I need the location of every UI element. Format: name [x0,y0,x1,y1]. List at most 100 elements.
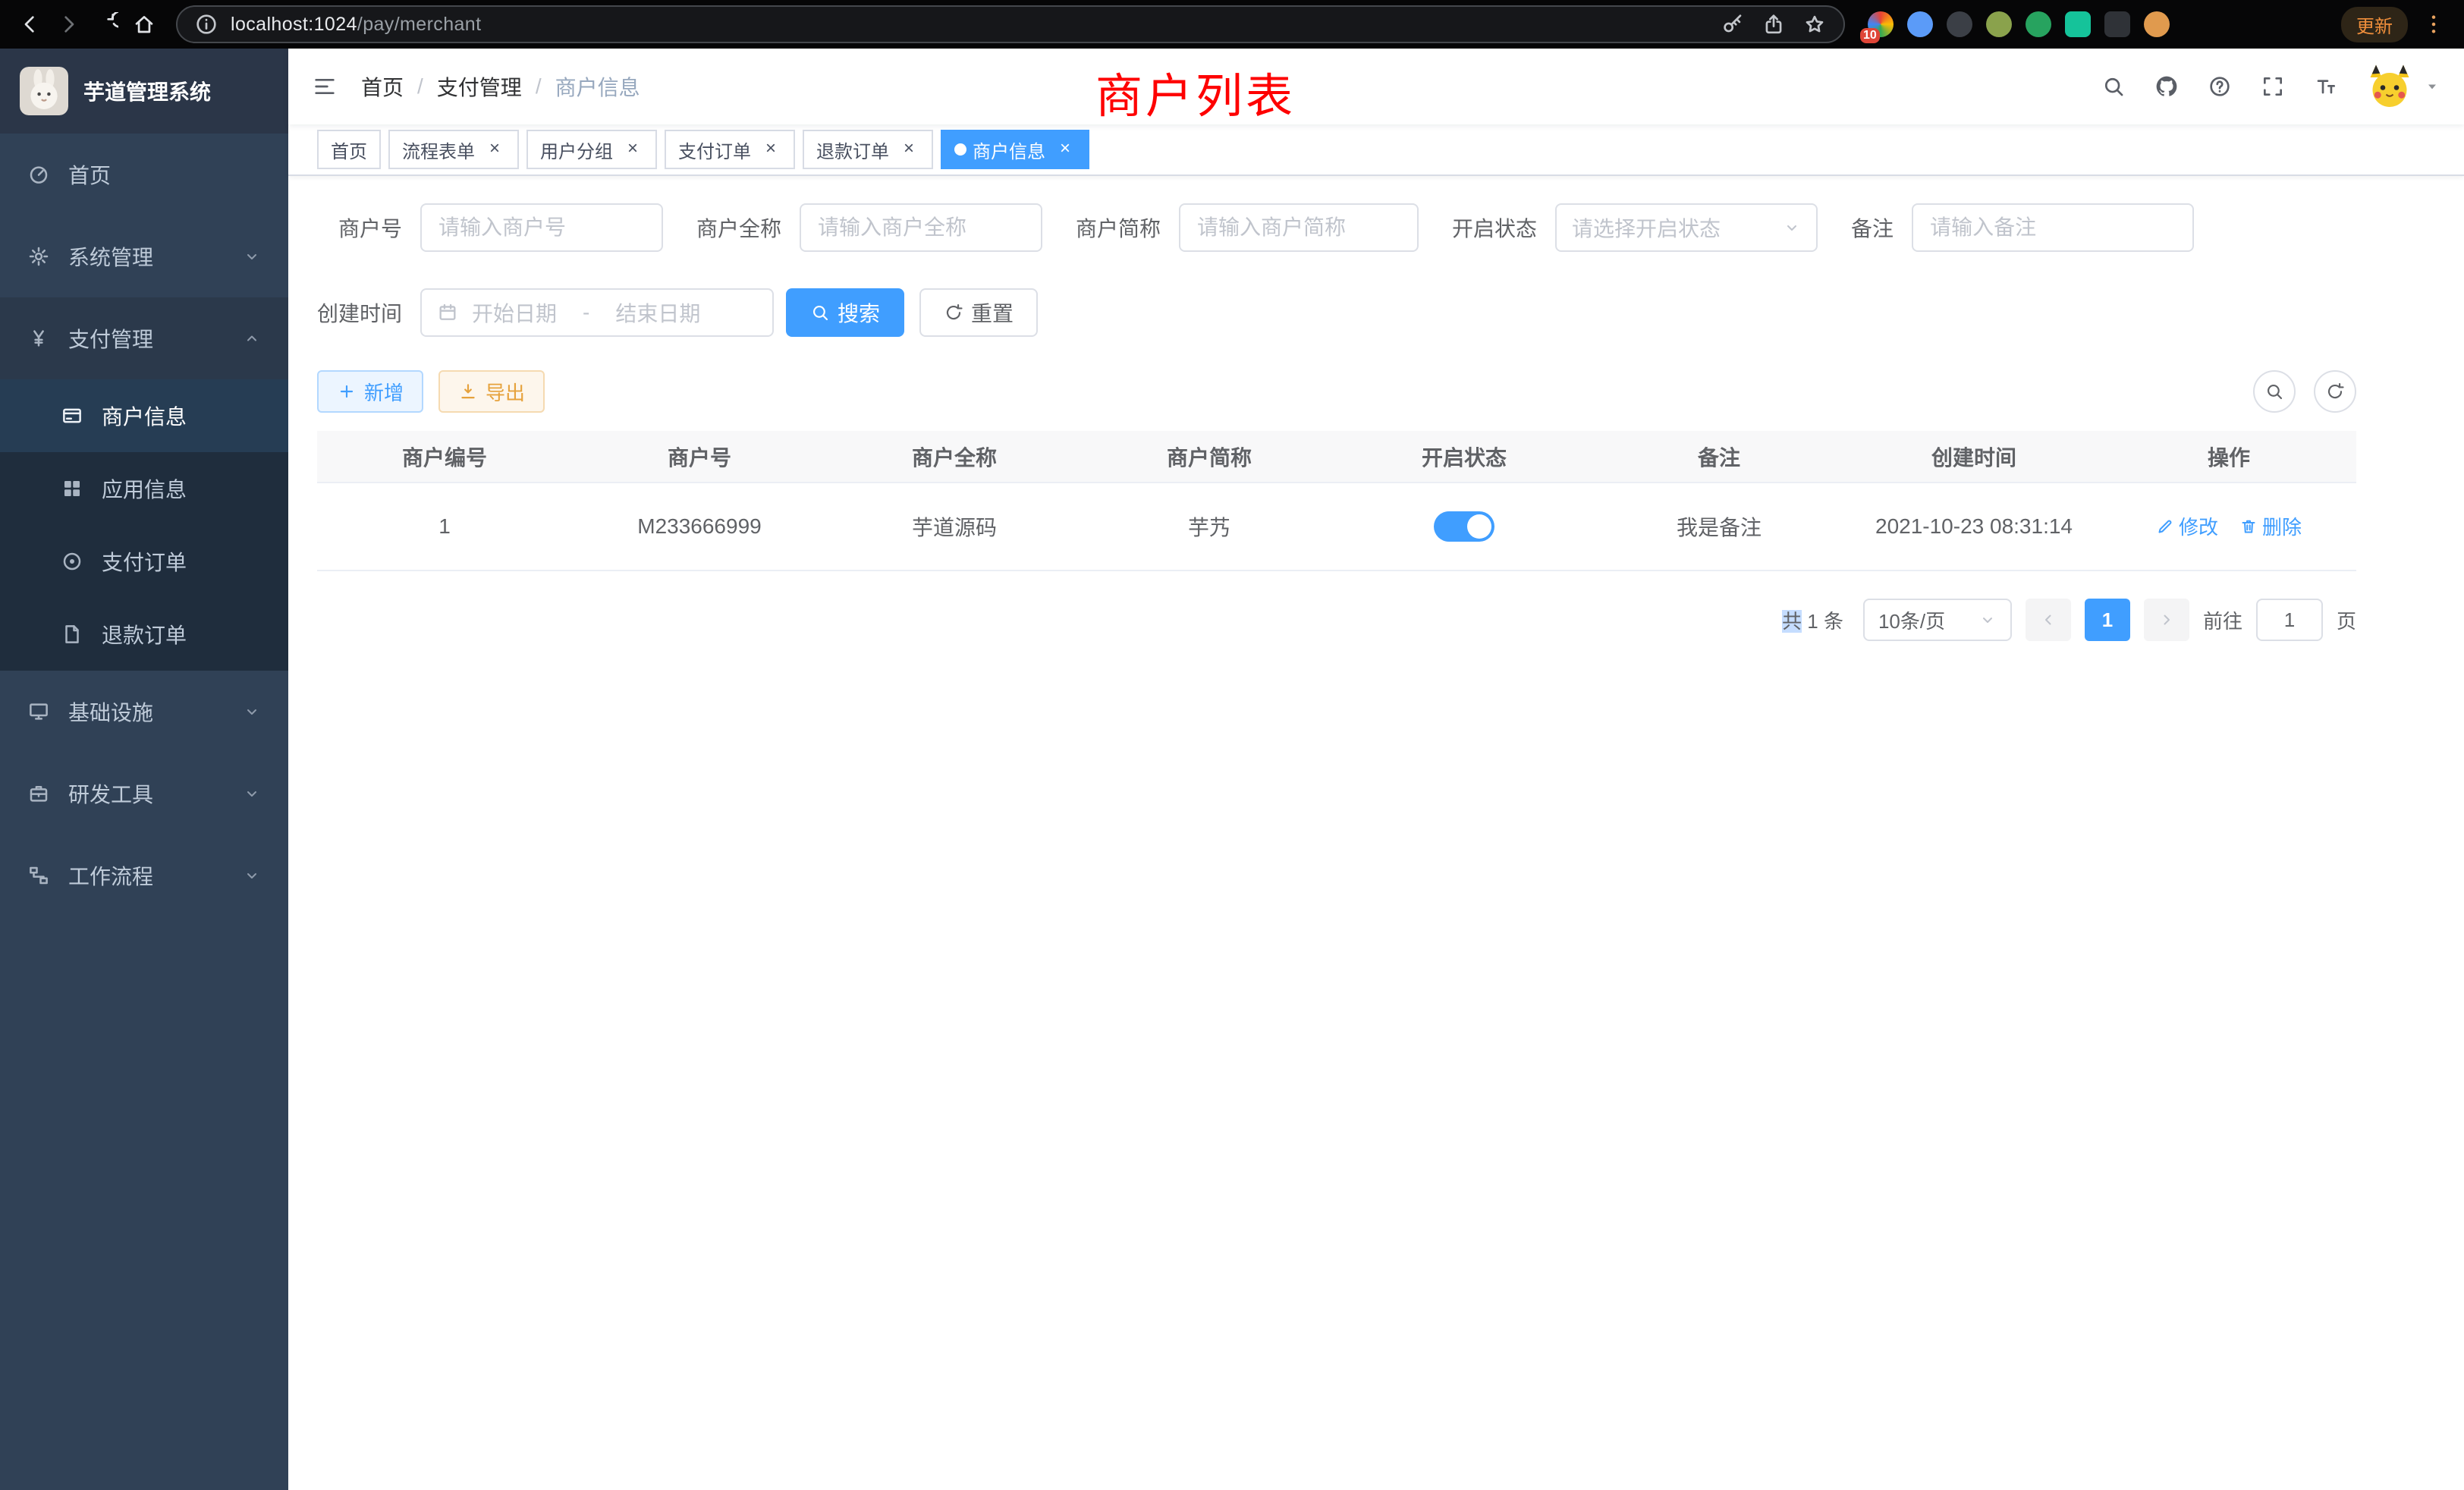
bookmark-star-icon[interactable] [1802,12,1827,36]
tab-refund-order[interactable]: 退款订单 × [803,130,933,169]
app-logo[interactable]: 芋道管理系统 [0,49,288,134]
search-icon[interactable] [2101,74,2126,99]
close-icon[interactable]: × [622,139,643,160]
tab-label: 退款订单 [816,137,889,163]
back-icon[interactable] [18,12,42,36]
export-button[interactable]: 导出 [438,370,545,413]
fullscreen-icon[interactable] [2261,74,2285,99]
status-select[interactable]: 请选择开启状态 [1555,203,1818,252]
toggle-search-button[interactable] [2253,370,2296,413]
close-icon[interactable]: × [898,139,919,160]
tab-pay-order[interactable]: 支付订单× [665,130,795,169]
grid-icon [61,477,83,500]
help-icon[interactable] [2208,74,2232,99]
sidebar-item-home[interactable]: 首页 [0,134,288,215]
status-label: 开启状态 [1452,212,1537,243]
table-tools [2253,370,2356,413]
sidebar-item-workflow[interactable]: 工作流程 [0,835,288,916]
sidebar-label-infrastructure: 基础设施 [68,696,153,727]
page-size-select[interactable]: 10条/页 [1863,599,2012,641]
sidebar-item-refund-order[interactable]: 退款订单 [0,598,288,671]
sidebar-item-dev-tools[interactable]: 研发工具 [0,753,288,835]
reload-icon[interactable] [94,12,118,36]
close-icon[interactable]: × [1054,139,1076,160]
caret-down-icon[interactable] [2425,79,2440,94]
close-icon[interactable]: × [484,139,505,160]
full-name-input[interactable] [800,203,1042,252]
add-button[interactable]: 新增 [317,370,423,413]
next-page-button[interactable] [2144,599,2189,641]
breadcrumb-item[interactable]: 支付管理 [437,71,522,102]
extension-icon-5[interactable] [2026,11,2051,37]
tab-home[interactable]: 首页 [317,130,381,169]
refresh-icon [944,303,963,322]
sidebar-item-system[interactable]: 系统管理 [0,215,288,297]
home-icon[interactable] [132,12,156,36]
sidebar-item-app-info[interactable]: 应用信息 [0,452,288,525]
extension-icon-6[interactable] [2065,11,2091,37]
tab-user-group[interactable]: 用户分组 × [526,130,657,169]
sidebar-item-merchant-info[interactable]: 商户信息 [0,379,288,452]
active-dot [954,143,966,156]
cell-remark: 我是备注 [1592,483,1846,571]
sidebar-item-pay-order[interactable]: 支付订单 [0,525,288,598]
address-bar[interactable]: localhost:1024/pay/merchant [176,5,1845,43]
sidebar-item-infrastructure[interactable]: 基础设施 [0,671,288,753]
tab-label: 用户分组 [540,137,613,163]
logo-avatar [20,67,68,115]
current-page-button[interactable]: 1 [2085,599,2130,641]
github-icon[interactable] [2154,74,2179,99]
delete-button[interactable]: 删除 [2239,512,2302,540]
extension-icon-8[interactable] [2144,11,2170,37]
chevron-down-icon [1978,611,1997,629]
submenu-payment: 商户信息应用信息支付订单退款订单 [0,379,288,671]
search-icon [810,303,830,322]
page-suffix-label: 页 [2337,606,2356,634]
sidebar-label-app-info: 应用信息 [102,473,187,504]
font-size-icon[interactable] [2314,74,2338,99]
chevron-down-icon [243,247,261,266]
breadcrumb-separator: / [417,74,423,99]
merchant-no-input[interactable] [420,203,663,252]
search-button[interactable]: 搜索 [786,288,904,337]
extension-icon-2[interactable] [1907,11,1933,37]
close-icon[interactable]: × [760,139,781,160]
tab-flow-form[interactable]: 流程表单× [388,130,519,169]
search-icon [2264,382,2284,401]
short-name-input[interactable] [1179,203,1419,252]
url-text: localhost:1024/pay/merchant [231,14,481,36]
prev-page-button[interactable] [2026,599,2071,641]
reset-button[interactable]: 重置 [919,288,1038,337]
sidebar-item-payment[interactable]: 支付管理 [0,297,288,379]
extension-icon-3[interactable] [1947,11,1972,37]
merchant-no-label: 商户号 [317,212,402,243]
extension-icon-4[interactable] [1986,11,2012,37]
table-row: 1M233666999芋道源码芋艿我是备注2021-10-23 08:31:14… [317,483,2356,571]
status-toggle[interactable] [1434,511,1494,542]
forward-icon[interactable] [56,12,80,36]
info-icon[interactable] [194,12,218,36]
key-icon[interactable] [1721,12,1745,36]
goto-page-input[interactable] [2256,599,2323,641]
chevron-left-icon [2039,611,2057,629]
user-avatar[interactable] [2367,64,2412,109]
search-button-label: 搜索 [838,297,880,328]
annotation-text: 商户列表 [1095,58,1296,126]
refresh-table-button[interactable] [2314,370,2356,413]
browser-toolbar: localhost:1024/pay/merchant 10 更新 [0,0,2464,49]
browser-update-button[interactable]: 更新 [2341,7,2408,42]
tab-merchant-info[interactable]: 商户信息× [941,130,1089,169]
extension-icon-1[interactable]: 10 [1868,11,1894,37]
remark-input[interactable] [1912,203,2194,252]
create-time-range-picker[interactable]: 开始日期 - 结束日期 [420,288,774,337]
breadcrumb-item[interactable]: 首页 [361,71,404,102]
browser-menu-icon[interactable] [2422,12,2446,36]
extension-icon-7[interactable] [2104,11,2130,37]
tool-icon [27,782,50,805]
hamburger-icon[interactable] [313,74,337,99]
yen-icon [27,327,50,350]
filter-form: 商户号 商户全称 商户简称 [317,203,2356,337]
edit-button[interactable]: 修改 [2156,512,2218,540]
tags-bar: 首页流程表单×用户分组×支付订单×退款订单×商户信息× [288,124,2464,176]
share-icon[interactable] [1762,12,1786,36]
